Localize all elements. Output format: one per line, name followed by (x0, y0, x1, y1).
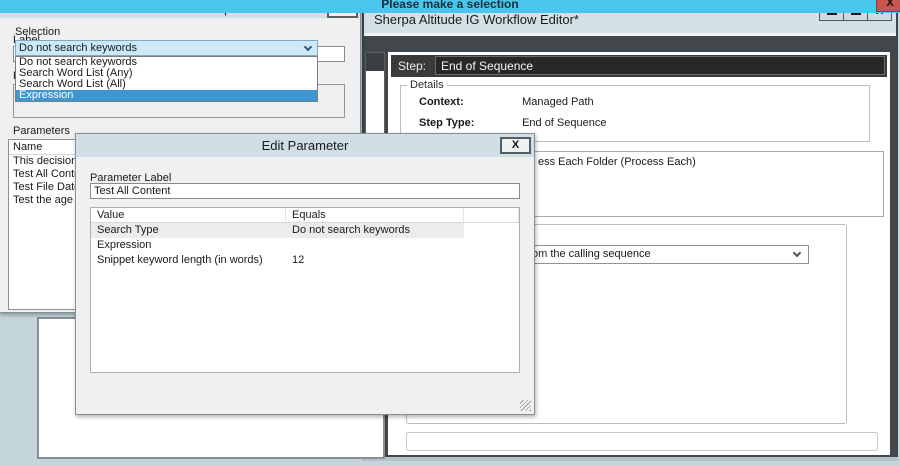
parameter-label-input[interactable] (90, 183, 520, 199)
cell-blank (464, 238, 519, 253)
parameter-values-table: Value Equals Search Type Do not search k… (90, 207, 520, 373)
cell-equals: 12 (286, 253, 464, 268)
sequence-combobox-value: om the calling sequence (532, 248, 651, 260)
detail-row-steptype: Step Type: End of Sequence (419, 117, 606, 129)
resize-grip[interactable] (520, 400, 531, 411)
close-icon: X (512, 139, 519, 151)
table-row[interactable]: Expression (91, 238, 519, 253)
window-bottom-frame (362, 457, 898, 461)
column-header-blank (464, 208, 519, 222)
context-value: Managed Path (522, 96, 594, 108)
step-label: Step: (398, 55, 426, 77)
close-button[interactable]: X (876, 0, 900, 12)
table-row[interactable]: Search Type Do not search keywords (91, 223, 519, 238)
edit-parameter-dialog: Edit Parameter X Parameter Label Value E… (75, 133, 535, 415)
step-header-bar: Step: End of Sequence (391, 55, 887, 77)
selection-dialog-title: Please make a selection (381, 0, 518, 11)
cell-blank (464, 253, 519, 268)
steptype-label: Step Type: (419, 117, 519, 129)
chevron-down-icon (793, 249, 801, 257)
cell-value: Snippet keyword length (in words) (91, 253, 286, 268)
edit-parameter-title: Edit Parameter (262, 138, 349, 153)
dropdown-option-highlighted[interactable]: Expression (16, 90, 317, 101)
bottom-groupbox (406, 432, 878, 451)
close-button[interactable]: X (500, 137, 531, 154)
details-legend: Details (407, 79, 447, 91)
selection-dropdown-list: Do not search keywords Search Word List … (15, 56, 318, 102)
detail-row-context: Context: Managed Path (419, 96, 594, 108)
table-row[interactable]: Snippet keyword length (in words) 12 (91, 253, 519, 268)
parameters-caption: Parameters (13, 125, 70, 137)
minimize-icon (827, 13, 837, 15)
steptype-value: End of Sequence (522, 117, 606, 129)
process-item-text: ess Each Folder (Process Each) (538, 156, 696, 168)
edit-parameter-titlebar[interactable]: Edit Parameter (76, 134, 534, 157)
cell-blank (464, 223, 519, 238)
desktop: Sherpa Altitude IG Workflow Editor* X St… (0, 0, 900, 466)
table-header-row: Value Equals (91, 208, 519, 223)
context-label: Context: (419, 96, 519, 108)
close-icon: X (886, 0, 893, 9)
titlebar-divider (364, 33, 896, 36)
selection-dialog-titlebar[interactable]: Please make a selection (0, 0, 900, 13)
selection-combobox[interactable]: Do not search keywords (15, 40, 318, 56)
step-name: End of Sequence (441, 58, 533, 75)
cell-equals: Do not search keywords (286, 223, 464, 238)
column-header-value: Value (91, 208, 286, 222)
chevron-down-icon (304, 43, 312, 51)
cell-value: Expression (91, 238, 286, 253)
step-name-box: End of Sequence (435, 56, 885, 75)
cell-value: Search Type (91, 223, 286, 238)
selection-caption: Selection (15, 26, 60, 38)
cell-equals (286, 238, 464, 253)
column-header-equals: Equals (286, 208, 464, 222)
selection-combobox-value: Do not search keywords (19, 42, 137, 54)
side-mini-panel-header (366, 53, 384, 71)
